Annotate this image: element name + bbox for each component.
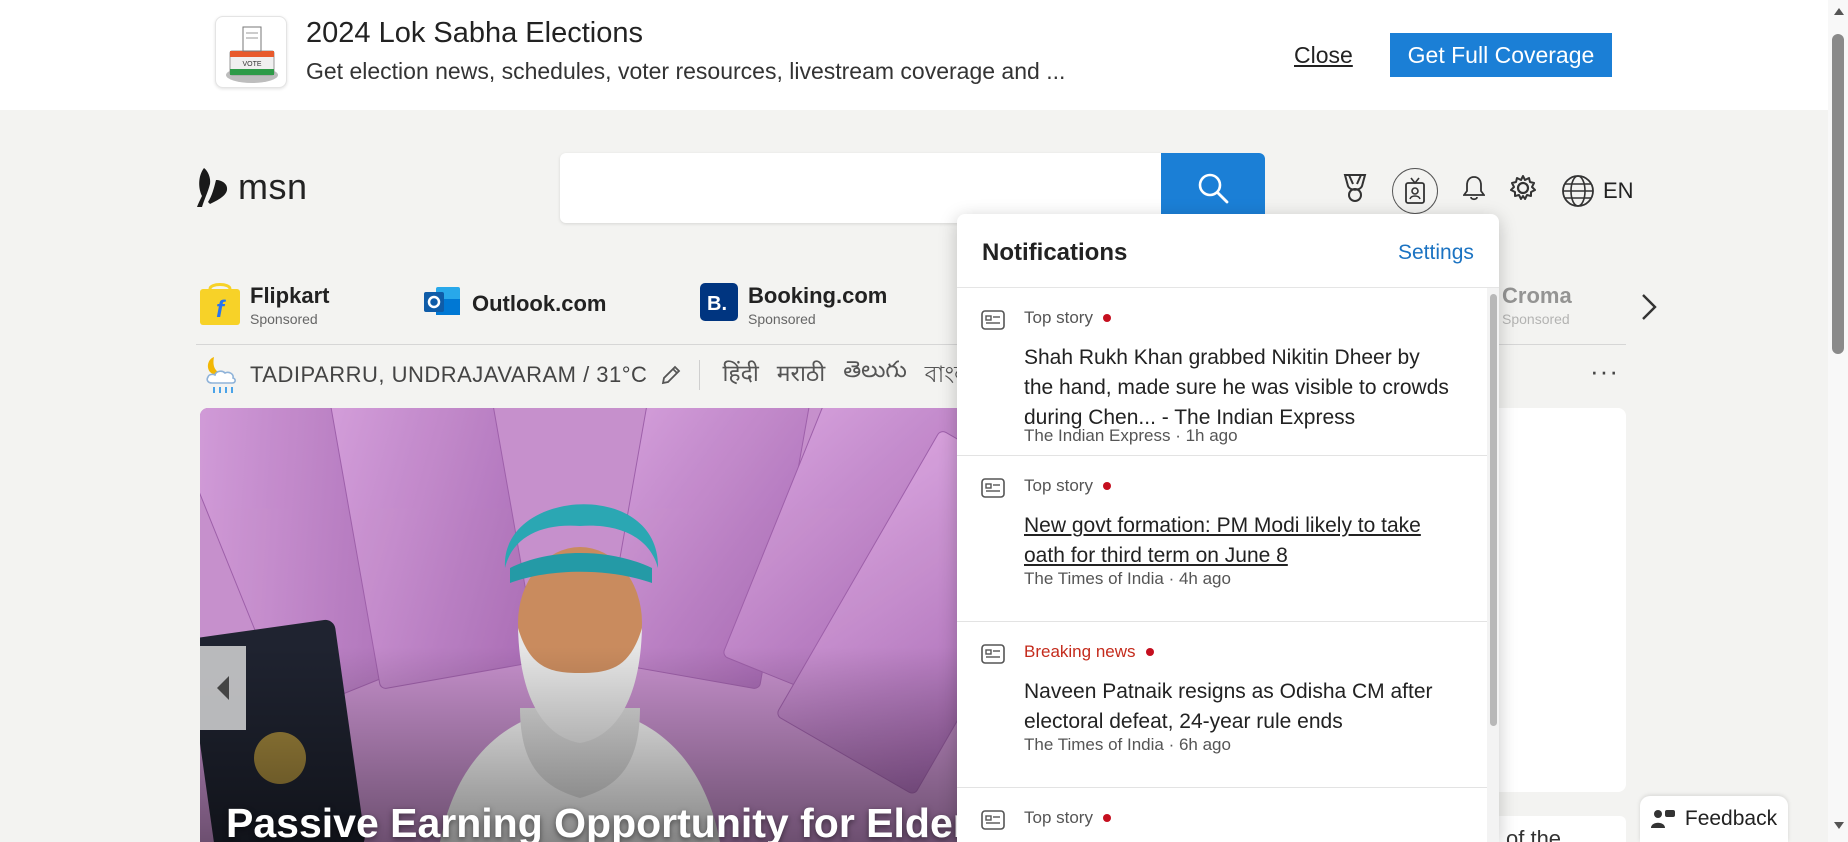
- banner-title: 2024 Lok Sabha Elections: [306, 17, 643, 49]
- scroll-thumb[interactable]: [1832, 34, 1844, 354]
- quicklink-booking[interactable]: B. Booking.com Sponsored: [700, 283, 887, 327]
- outlook-logo-icon: [424, 287, 460, 315]
- badge-icon: [1405, 177, 1425, 204]
- search-icon: [1198, 173, 1229, 204]
- quicklink-flipkart[interactable]: f Flipkart Sponsored: [200, 283, 329, 327]
- notifications-scroll-thumb[interactable]: [1490, 294, 1497, 726]
- category-label: Breaking news: [1024, 642, 1136, 661]
- unread-dot: [1145, 648, 1154, 656]
- sponsored-label: Sponsored: [1502, 311, 1570, 327]
- language-selector[interactable]: EN: [1561, 174, 1634, 208]
- booking-logo-icon: B.: [700, 283, 738, 321]
- scroll-down-arrow-icon[interactable]: [1834, 822, 1844, 829]
- unread-dot: [1102, 814, 1111, 822]
- language-link-telugu[interactable]: తెలుగు: [843, 356, 907, 395]
- quicklinks-next-button[interactable]: [1640, 292, 1658, 327]
- language-link-hindi[interactable]: हिंदी: [722, 356, 758, 395]
- hero-headline[interactable]: Passive Earning Opportunity for Elderly: [226, 800, 960, 842]
- ballot-box-logo: VOTE: [215, 16, 287, 88]
- location-temperature[interactable]: TADIPARRU, UNDRAJAVARAM / 31°C: [250, 362, 647, 388]
- category-label: Top story: [1024, 308, 1093, 327]
- quicklink-outlook[interactable]: Outlook.com: [424, 283, 606, 321]
- side-story-card-lower[interactable]: of the: [1480, 816, 1626, 842]
- category-label: Top story: [1024, 476, 1093, 495]
- search-input[interactable]: [560, 153, 1166, 223]
- sponsored-label: Sponsored: [250, 311, 318, 327]
- notification-item[interactable]: Top story Shah Rukh Khan grabbed Nikitin…: [957, 288, 1487, 456]
- hero-prev-button[interactable]: [200, 646, 246, 730]
- notification-item[interactable]: Top story New govt formation: PM Modi li…: [957, 456, 1487, 622]
- hero-image: [200, 408, 960, 842]
- page-scrollbar[interactable]: [1828, 0, 1848, 842]
- notification-category: Top story: [1024, 476, 1111, 496]
- side-story-card[interactable]: [1480, 408, 1626, 792]
- language-link-marathi[interactable]: मराठी: [777, 356, 825, 395]
- search-button[interactable]: [1161, 153, 1265, 223]
- rewards-button[interactable]: [1337, 170, 1373, 206]
- row-separator: [699, 360, 701, 390]
- feedback-label: Feedback: [1684, 807, 1778, 830]
- news-article-icon: [981, 644, 1005, 664]
- partly-cloudy-night-rain-icon[interactable]: [200, 353, 242, 397]
- banner-subtitle: Get election news, schedules, voter reso…: [306, 58, 1066, 84]
- weather-location-row: TADIPARRU, UNDRAJAVARAM / 31°C हिंदी मरा…: [200, 352, 978, 398]
- language-label: EN: [1603, 178, 1634, 203]
- notification-category: Breaking news: [1024, 642, 1154, 662]
- election-banner: VOTE 2024 Lok Sabha Elections Get electi…: [0, 0, 1828, 110]
- quicklink-name: Croma: [1502, 283, 1572, 308]
- regional-language-links: हिंदी मराठी తెలుగు বাংলা: [722, 356, 978, 395]
- edit-pencil-icon[interactable]: [659, 363, 683, 387]
- feedback-person-icon: [1650, 810, 1675, 828]
- notification-meta: The Times of India · 6h ago: [1024, 735, 1231, 754]
- notification-headline[interactable]: New govt formation: PM Modi likely to ta…: [1024, 511, 1454, 571]
- gear-icon: [1510, 175, 1536, 200]
- rewards-trophy-icon: [1343, 174, 1367, 202]
- notification-headline[interactable]: Naveen Patnaik resigns as Odisha CM afte…: [1024, 677, 1454, 737]
- settings-button[interactable]: [1505, 170, 1541, 206]
- notifications-title: Notifications: [982, 239, 1128, 266]
- chevron-left-icon: [217, 676, 229, 700]
- badge-button[interactable]: [1392, 168, 1438, 214]
- news-article-icon: [981, 478, 1005, 498]
- news-article-icon: [981, 310, 1005, 330]
- notification-headline[interactable]: Shah Rukh Khan grabbed Nikitin Dheer by …: [1024, 343, 1454, 433]
- sponsored-label: Sponsored: [748, 311, 816, 327]
- side-card-partial-text: of the: [1506, 826, 1562, 842]
- get-full-coverage-button[interactable]: Get Full Coverage: [1390, 33, 1612, 77]
- msn-brand-text: msn: [238, 166, 308, 207]
- notifications-bell-button[interactable]: [1456, 170, 1492, 206]
- notification-item[interactable]: Top story: [957, 788, 1487, 842]
- chevron-right-icon: [1642, 294, 1657, 320]
- quicklink-name: Flipkart: [250, 283, 330, 308]
- unread-dot: [1102, 482, 1111, 490]
- bell-icon: [1463, 176, 1485, 201]
- notification-category: Top story: [1024, 808, 1111, 828]
- quicklink-name: Booking.com: [748, 283, 888, 308]
- notifications-panel: Notifications Settings Top story Shah Ru…: [957, 214, 1499, 842]
- notification-category: Top story: [1024, 308, 1111, 328]
- category-label: Top story: [1024, 808, 1093, 827]
- feedback-button[interactable]: Feedback: [1640, 796, 1788, 842]
- hero-story-card[interactable]: Passive Earning Opportunity for Elderly: [200, 408, 960, 842]
- unread-dot: [1102, 314, 1111, 322]
- ballot-box-icon: VOTE: [226, 26, 278, 83]
- banner-close-link[interactable]: Close: [1294, 42, 1353, 69]
- notification-meta: The Indian Express · 1h ago: [1024, 426, 1238, 445]
- globe-icon: [1562, 175, 1594, 207]
- notifications-scrollbar[interactable]: [1487, 288, 1499, 842]
- quicklink-name: Outlook.com: [472, 291, 607, 316]
- quicklink-croma[interactable]: Croma Sponsored: [1502, 283, 1572, 327]
- notification-item[interactable]: Breaking news Naveen Patnaik resigns as …: [957, 622, 1487, 788]
- ballot-box-text: VOTE: [242, 61, 261, 68]
- flipkart-logo-icon: f: [200, 283, 240, 325]
- scroll-up-arrow-icon[interactable]: [1834, 8, 1844, 15]
- notifications-settings-link[interactable]: Settings: [1398, 241, 1474, 265]
- news-article-icon: [981, 810, 1005, 830]
- notification-meta: The Times of India · 4h ago: [1024, 569, 1231, 588]
- notifications-header: Notifications Settings: [957, 214, 1499, 288]
- svg-text:B.: B.: [707, 293, 727, 315]
- msn-logo[interactable]: msn: [196, 166, 308, 208]
- msn-butterfly-icon: [197, 168, 228, 207]
- more-options-button[interactable]: ···: [1590, 356, 1619, 387]
